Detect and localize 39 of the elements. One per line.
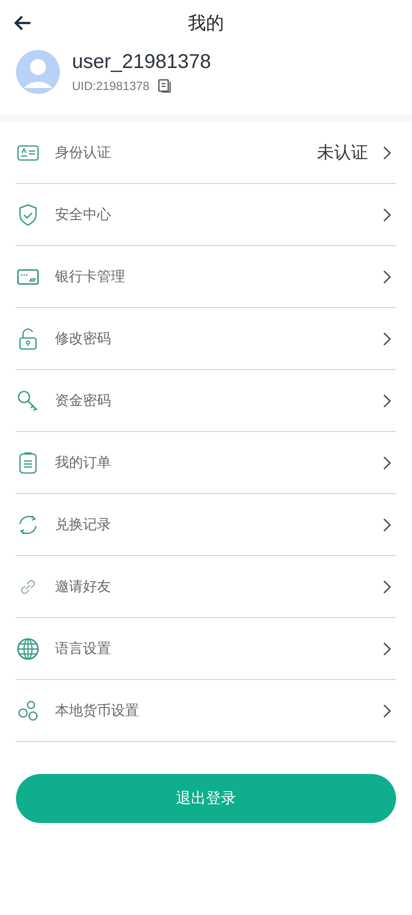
menu-item[interactable]: 邀请好友: [16, 556, 396, 618]
chevron-right-icon: [382, 454, 392, 470]
chevron-right-icon: [382, 516, 392, 532]
menu-label: 本地货币设置: [55, 702, 140, 720]
menu-item[interactable]: 本地货币设置: [16, 680, 396, 742]
menu-item[interactable]: 修改密码: [16, 308, 396, 370]
user-id: UID:21981378: [72, 78, 150, 92]
menu-label: 语言设置: [55, 640, 112, 658]
chevron-right-icon: [382, 268, 392, 284]
chevron-right-icon: [382, 392, 392, 408]
username: user_21981378: [72, 51, 212, 74]
menu-label: 资金密码: [55, 392, 112, 410]
menu-label: 邀请好友: [55, 578, 112, 596]
menu-label: 修改密码: [55, 330, 112, 348]
menu-item[interactable]: 我的订单: [16, 432, 396, 494]
menu-label: 安全中心: [55, 206, 112, 224]
copy-icon[interactable]: [157, 78, 172, 93]
menu-label: 我的订单: [55, 454, 112, 472]
key-icon: [16, 388, 40, 412]
chevron-right-icon: [382, 206, 392, 222]
chevron-right-icon: [382, 702, 392, 718]
menu-item[interactable]: 兑换记录: [16, 494, 396, 556]
chevron-right-icon: [382, 330, 392, 346]
menu-item[interactable]: 身份认证 未认证: [16, 122, 396, 184]
globe-icon: [16, 636, 40, 660]
coins-icon: [16, 698, 40, 722]
menu-label: 银行卡管理: [55, 268, 126, 286]
menu-item[interactable]: 资金密码: [16, 370, 396, 432]
chevron-right-icon: [382, 144, 392, 160]
chevron-right-icon: [382, 578, 392, 594]
menu-label: 兑换记录: [55, 516, 112, 534]
page-title: 我的: [188, 12, 224, 35]
menu-item[interactable]: 语言设置: [16, 618, 396, 680]
menu-item[interactable]: 安全中心: [16, 184, 396, 246]
menu-label: 身份认证: [55, 144, 112, 162]
status-text: 未认证: [317, 142, 368, 164]
chevron-right-icon: [382, 640, 392, 656]
avatar: [16, 50, 60, 94]
menu-item[interactable]: 银行卡管理: [16, 246, 396, 308]
